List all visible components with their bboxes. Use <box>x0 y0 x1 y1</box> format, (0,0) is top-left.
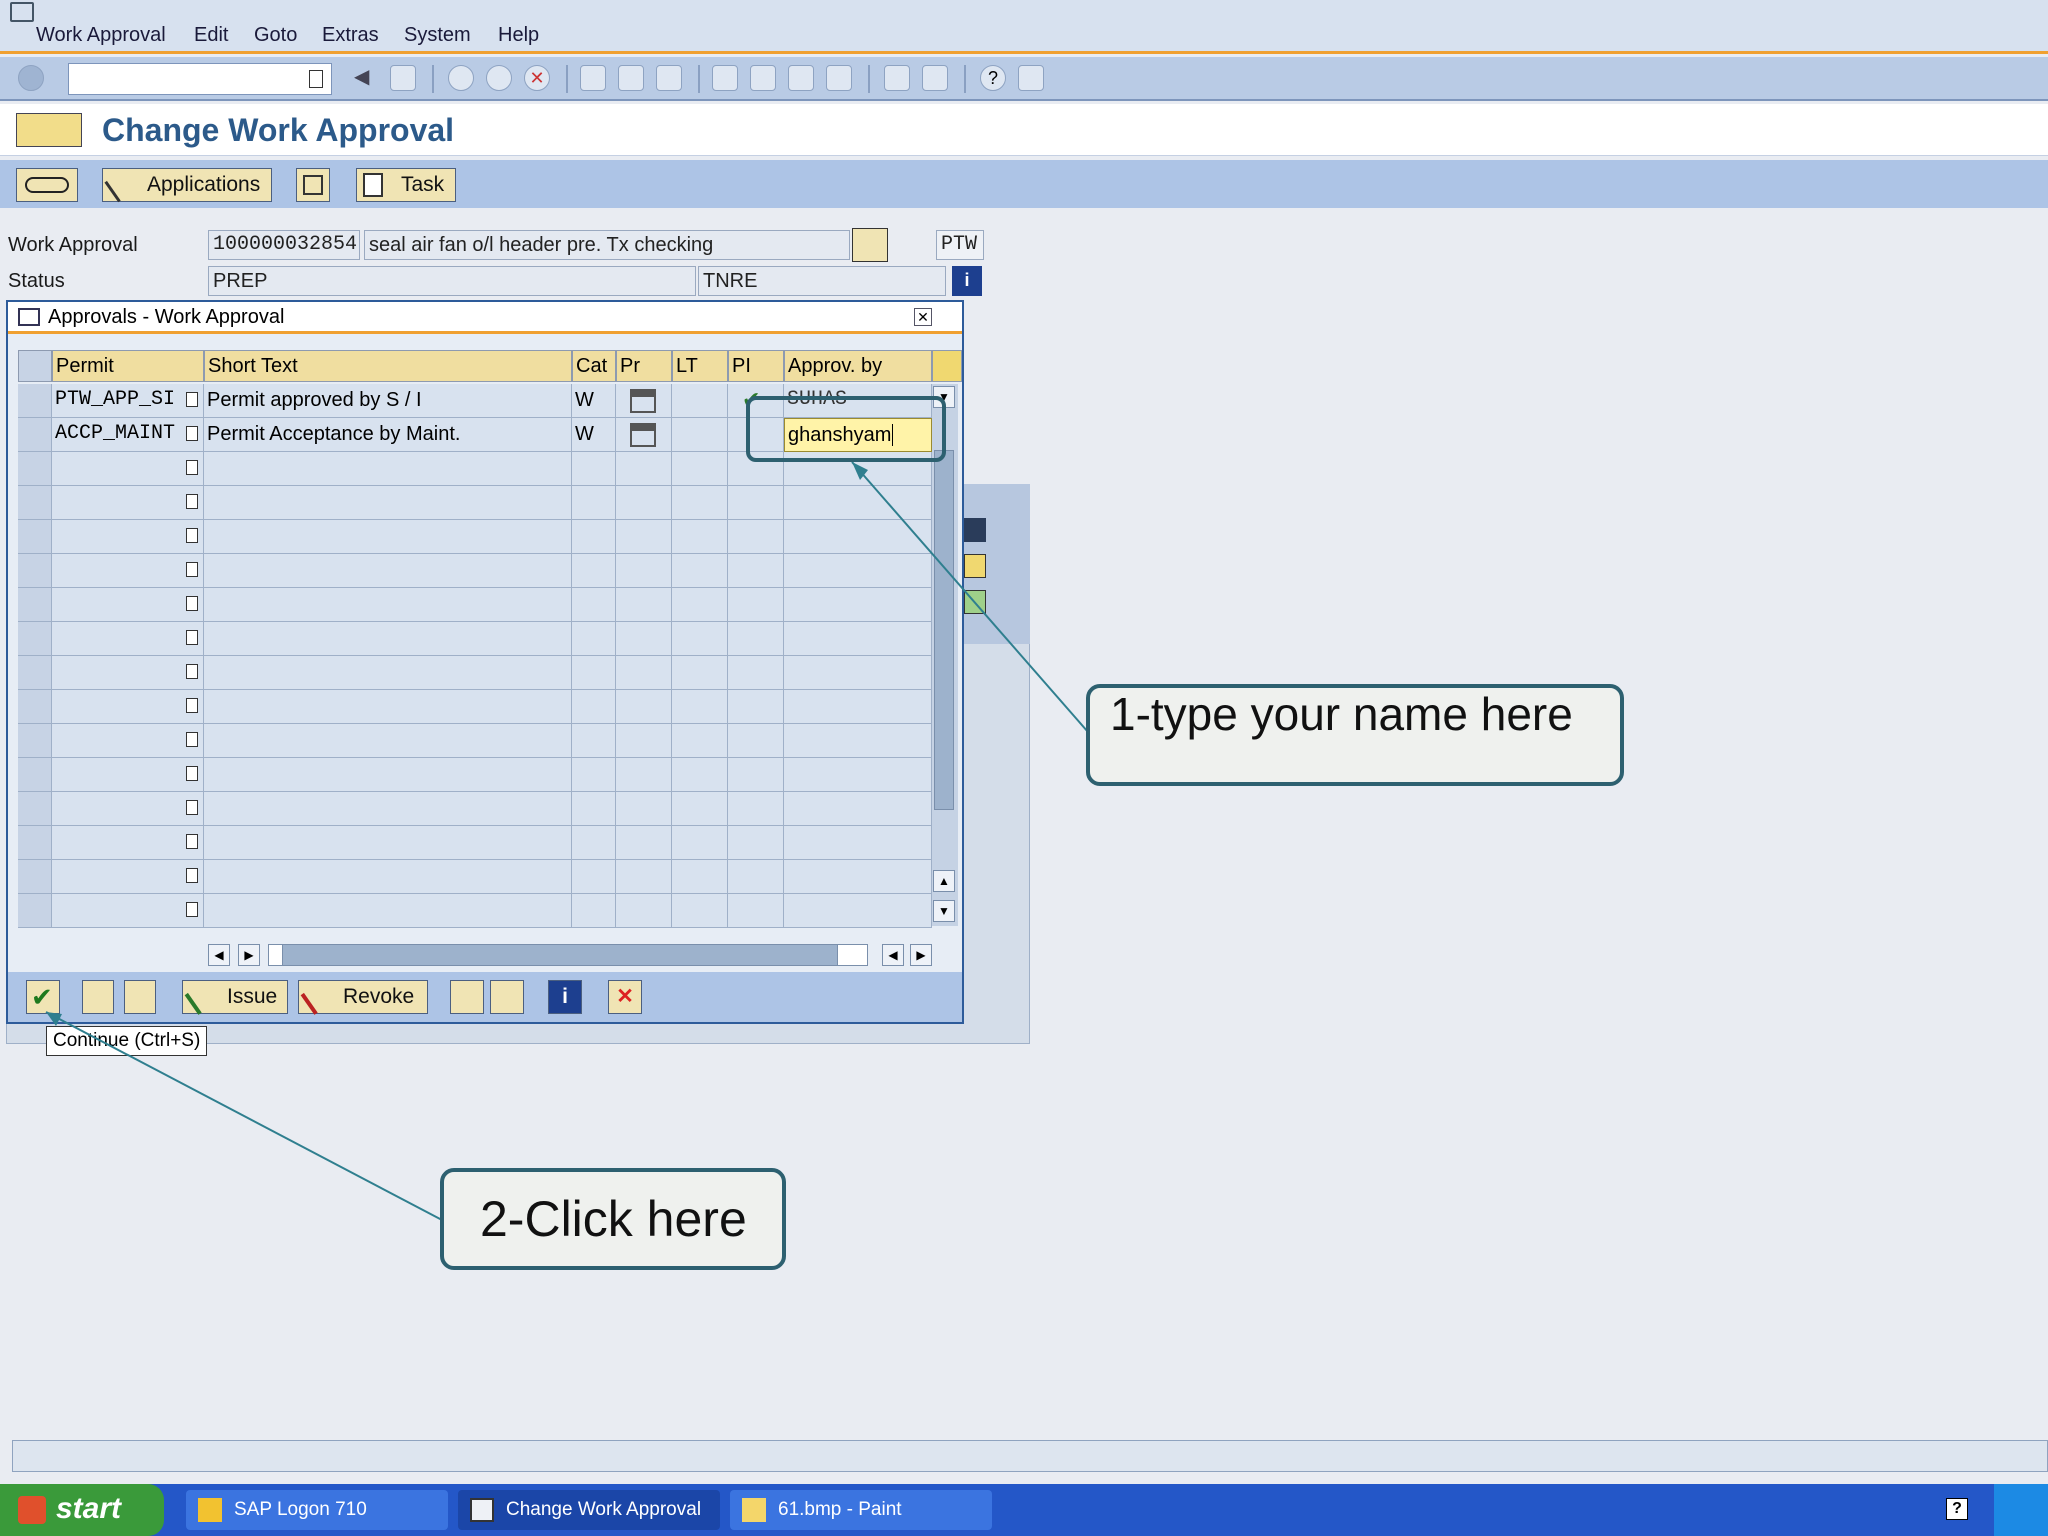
system-tray <box>1994 1484 2048 1536</box>
status-bar <box>12 1440 2048 1472</box>
callout-type-name: 1-type your name here <box>1086 684 1624 786</box>
arrow-to-continue <box>45 1011 443 1221</box>
sap-window-icon <box>470 1498 494 1522</box>
task-label: Change Work Approval <box>506 1499 702 1520</box>
task-sap-logon[interactable]: SAP Logon 710 <box>186 1490 448 1530</box>
help-icon[interactable]: ? <box>1946 1498 1968 1520</box>
task-label: SAP Logon 710 <box>234 1499 367 1520</box>
windows-taskbar: start SAP Logon 710 Change Work Approval… <box>0 1484 2048 1536</box>
annotation-arrows <box>45 396 1089 1221</box>
sap-logon-icon <box>198 1498 222 1522</box>
callout-click-here: 2-Click here <box>440 1168 786 1270</box>
arrow-to-name-field <box>851 461 1089 733</box>
highlight-box <box>746 396 946 462</box>
windows-logo-icon <box>18 1496 46 1524</box>
paint-icon <box>742 1498 766 1522</box>
task-change-work-approval[interactable]: Change Work Approval <box>458 1490 720 1530</box>
task-paint[interactable]: 61.bmp - Paint <box>730 1490 992 1530</box>
task-label: 61.bmp - Paint <box>778 1499 902 1520</box>
start-label: start <box>56 1492 122 1525</box>
